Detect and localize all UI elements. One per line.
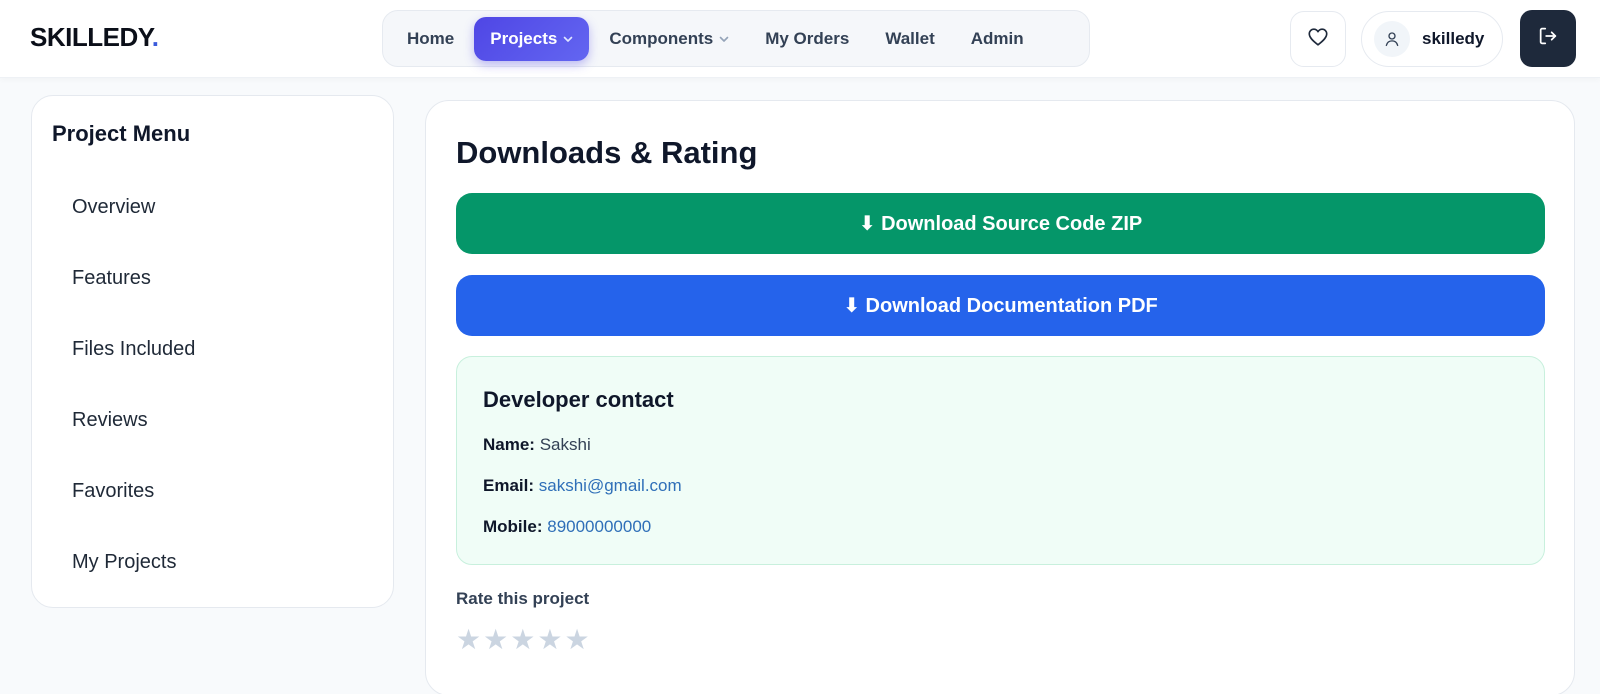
logo-dot: .	[151, 22, 159, 52]
downloads-rating-card: Downloads & Rating ⬇ Download Source Cod…	[425, 100, 1575, 694]
nav-home-label: Home	[407, 28, 455, 48]
user-name: skilledy	[1422, 29, 1485, 48]
logout-button[interactable]	[1520, 10, 1576, 67]
logo-text: SKILLEDY	[30, 22, 152, 52]
sidebar-item-favorites[interactable]: Favorites	[52, 456, 372, 527]
contact-mobile-row: Mobile: 89000000000	[483, 517, 651, 537]
nav-my-orders[interactable]: My Orders	[749, 17, 865, 61]
contact-mobile-link[interactable]: 89000000000	[547, 517, 651, 536]
contact-email-label: Email:	[483, 476, 535, 495]
user-menu[interactable]: skilledy	[1361, 11, 1503, 67]
rate-label: Rate this project	[456, 589, 590, 608]
star-icon[interactable]: ★	[483, 626, 508, 654]
nav-projects[interactable]: Projects	[474, 16, 590, 61]
sidebar-item-my-projects[interactable]: My Projects	[52, 527, 372, 598]
chevron-down-icon	[719, 34, 729, 44]
nav-wallet-label: Wallet	[885, 28, 935, 48]
logo[interactable]: SKILLEDY.	[30, 22, 159, 53]
star-icon[interactable]: ★	[510, 626, 535, 654]
logout-icon	[1537, 25, 1559, 52]
star-icon[interactable]: ★	[564, 626, 589, 654]
nav-components-label: Components	[609, 28, 714, 48]
chevron-down-icon	[563, 34, 573, 44]
nav-home[interactable]: Home	[391, 17, 470, 61]
sidebar-item-overview[interactable]: Overview	[52, 172, 372, 243]
user-icon	[1374, 21, 1410, 57]
developer-contact-card: Developer contact Name: Sakshi Email: sa…	[456, 356, 1545, 565]
page-title: Downloads & Rating	[456, 135, 758, 170]
star-icon[interactable]: ★	[456, 626, 481, 654]
sidebar-item-features[interactable]: Features	[52, 243, 372, 314]
heart-icon	[1307, 26, 1329, 53]
nav-wallet[interactable]: Wallet	[869, 17, 950, 61]
download-pdf-button[interactable]: ⬇ Download Documentation PDF	[456, 275, 1545, 336]
top-header: SKILLEDY. Home Projects Components My Or…	[0, 0, 1600, 78]
nav-components[interactable]: Components	[593, 17, 745, 61]
favorites-button[interactable]	[1290, 11, 1346, 67]
contact-mobile-label: Mobile:	[483, 517, 543, 536]
project-menu-sidebar: Project Menu Overview Features Files Inc…	[31, 95, 394, 608]
nav-admin-label: Admin	[970, 28, 1024, 48]
nav-admin[interactable]: Admin	[955, 17, 1040, 61]
contact-name-value: Sakshi	[539, 435, 591, 454]
rating-stars: ★ ★ ★ ★ ★	[456, 626, 590, 654]
nav-my-orders-label: My Orders	[765, 28, 850, 48]
nav-projects-label: Projects	[490, 28, 558, 48]
sidebar-title: Project Menu	[52, 121, 191, 146]
contact-title: Developer contact	[483, 387, 674, 412]
contact-email-link[interactable]: sakshi@gmail.com	[539, 476, 682, 495]
main-nav: Home Projects Components My Orders Walle…	[382, 10, 1090, 67]
star-icon[interactable]: ★	[537, 626, 562, 654]
contact-name-label: Name:	[483, 435, 535, 454]
download-zip-button[interactable]: ⬇ Download Source Code ZIP	[456, 193, 1545, 254]
sidebar-item-reviews[interactable]: Reviews	[52, 385, 372, 456]
sidebar-list: Overview Features Files Included Reviews…	[52, 172, 372, 598]
sidebar-item-files-included[interactable]: Files Included	[52, 314, 372, 385]
contact-email-row: Email: sakshi@gmail.com	[483, 476, 682, 496]
contact-name-row: Name: Sakshi	[483, 435, 591, 455]
